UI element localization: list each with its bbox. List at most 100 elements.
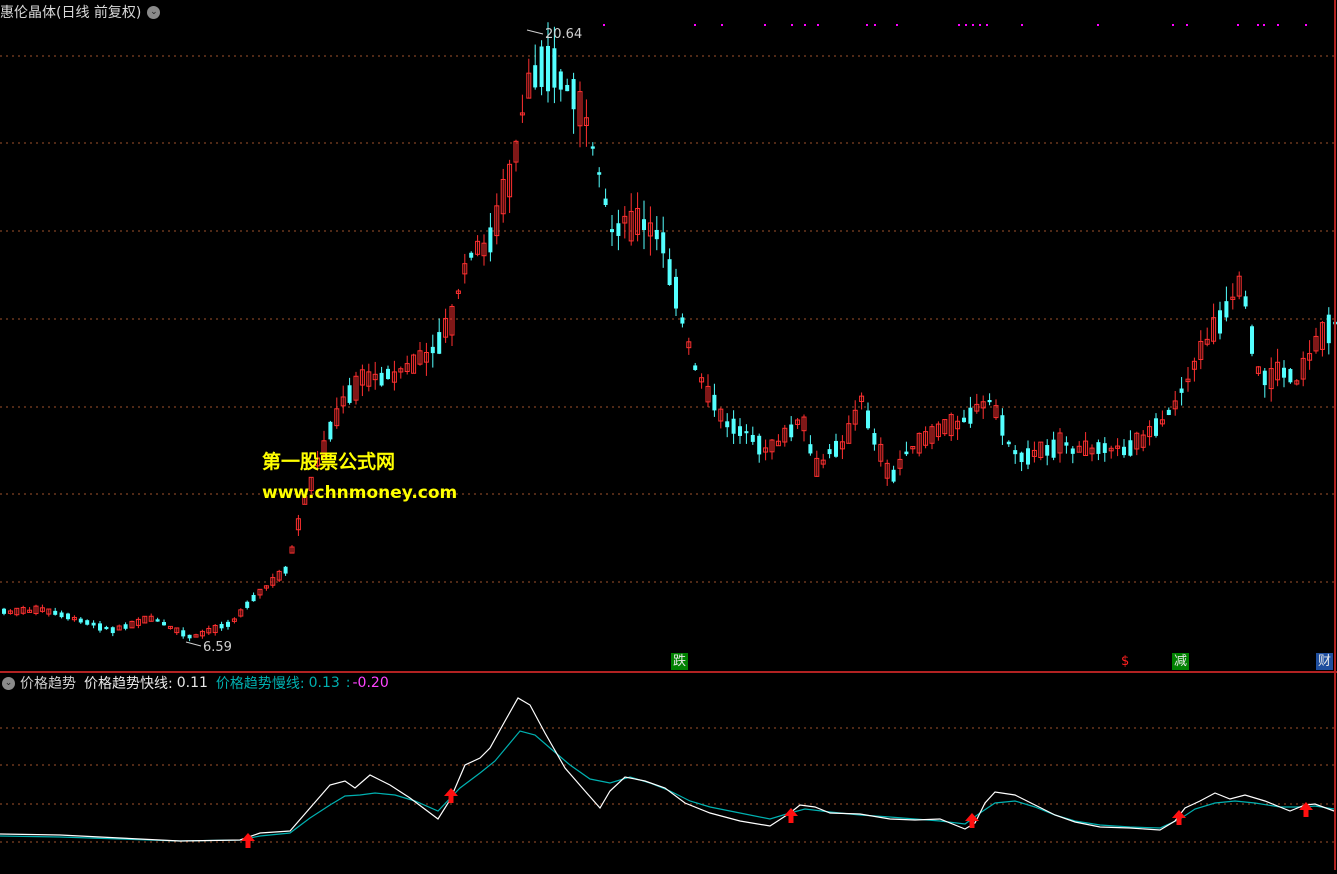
candle [1083,432,1089,457]
candle [430,334,435,368]
candle [1019,451,1024,472]
candle [1172,390,1178,416]
candle [488,212,493,262]
candle [481,234,487,266]
signal-dot [1237,24,1239,26]
candle [1224,286,1229,322]
candle [251,592,256,602]
candle [884,459,890,486]
candle [295,514,301,536]
candle [379,366,384,387]
slow-line-label: 价格趋势慢线: [215,676,305,692]
candle [1218,301,1222,340]
buy-signal-arrow [784,808,798,823]
candle [78,617,83,624]
candle [226,619,230,630]
candle [85,619,90,626]
candle [2,607,6,616]
candle [372,361,378,390]
fast-line-label: 价格趋势快线: [84,676,173,692]
candle [1006,440,1011,447]
candle [1211,303,1217,345]
candle [1230,283,1236,310]
candle [328,420,333,442]
candle [1288,368,1293,384]
signal-dot [866,24,868,26]
candle [667,248,672,286]
candle [116,624,122,631]
signal-dot [1263,24,1265,26]
event-tag[interactable]: 跌 [671,653,689,670]
candle [129,620,135,629]
candle [962,409,966,423]
candle [942,419,948,437]
indicator-panel[interactable] [0,673,1337,870]
candle [245,600,250,610]
candle [1243,290,1248,309]
candle [437,318,442,355]
candle [839,435,845,460]
indicator-header: ⌄ 价格趋势 价格趋势快线: 0.11 价格趋势慢线: 0.13 : -0.20 [0,673,389,693]
candle [738,418,742,444]
candle [98,620,102,633]
candle [455,288,461,300]
candle [834,433,838,458]
candle [270,573,276,588]
candle [1300,351,1306,387]
candle [238,608,244,618]
candle [462,253,468,284]
candle [526,58,532,99]
price-chart-panel[interactable]: 20.64 6.59 [0,0,1337,672]
chevron-down-icon[interactable]: ⌄ [2,676,15,690]
candle [635,192,641,242]
extra-value: -0.20 [352,675,389,691]
chart-header: 惠伦晶体 (日线 前复权) ⌄ [0,1,161,23]
candle [123,622,128,631]
candlestick-chart: 20.64 6.59 [0,22,1337,655]
candle [340,385,346,414]
candle [616,209,621,251]
candle [398,366,404,379]
max-price-label: 20.64 [545,27,582,42]
candle [104,625,109,630]
candle [610,215,614,247]
signal-dot [979,24,981,26]
candle [929,424,935,450]
candle [411,353,417,374]
candle [135,617,141,629]
candle [712,383,717,417]
candle [731,410,736,444]
candle [167,625,173,630]
candle [513,139,519,172]
candle [628,193,634,246]
fast-line-value: 0.11 [176,675,208,691]
candle [565,78,570,92]
candle [1045,439,1050,466]
event-tag[interactable]: $ [1119,653,1131,670]
candle [1307,340,1313,370]
candle [193,633,199,638]
candle [347,377,352,405]
signal-dot [1186,24,1188,26]
candle [1134,431,1140,456]
candle [852,400,858,431]
candle [174,627,180,636]
candle [769,439,775,460]
candle [974,393,980,414]
candle [1102,437,1107,462]
candle [1051,431,1056,461]
event-tag[interactable]: 减 [1172,653,1190,670]
signal-dot [791,24,793,26]
candle [1154,413,1158,438]
candle [353,371,359,405]
candle [935,421,941,441]
candle [1198,330,1204,370]
candle [583,99,589,147]
chevron-down-icon[interactable]: ⌄ [147,5,161,19]
candle [590,142,595,156]
candle [846,415,852,444]
event-tag[interactable]: 财 [1316,653,1334,670]
candle [686,337,692,355]
candle [1294,379,1300,386]
candle [110,626,115,637]
